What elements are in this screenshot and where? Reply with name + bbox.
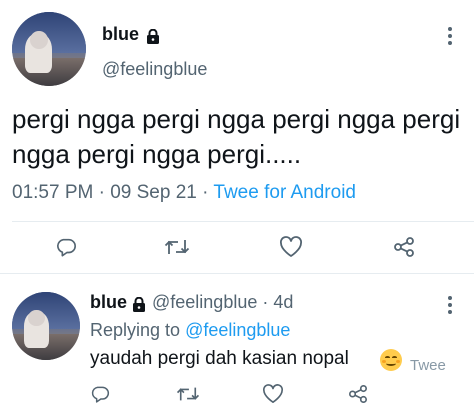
meta-separator: ·: [202, 182, 209, 203]
lock-icon: [132, 296, 146, 317]
tweet-date: 09 Sep 21: [110, 182, 197, 203]
replying-to: Replying to @feelingblue: [90, 320, 290, 341]
more-icon[interactable]: [448, 296, 452, 317]
meta-separator: ·: [262, 292, 269, 312]
reply-icon[interactable]: [90, 384, 110, 409]
tweet-source[interactable]: Twee: [410, 357, 446, 374]
like-icon[interactable]: [279, 236, 303, 263]
like-icon[interactable]: [262, 384, 284, 409]
reply-text: yaudah pergi dah kasian nopal: [90, 348, 349, 369]
section-divider: [0, 273, 474, 274]
share-icon[interactable]: [348, 384, 368, 409]
more-icon[interactable]: [448, 27, 452, 48]
reply-handle-line: @feelingblue · 4d: [152, 292, 293, 313]
retweet-icon[interactable]: [176, 384, 200, 409]
lock-icon: [146, 28, 160, 49]
tweet-meta: 01:57 PM · 09 Sep 21 · Twee for Android: [12, 182, 356, 204]
replying-prefix: Replying to: [90, 320, 181, 340]
display-name[interactable]: blue: [102, 24, 139, 45]
tweet-text: pergi ngga pergi ngga pergi ngga pergi n…: [12, 104, 461, 169]
main-tweet: blue @feelingblue pergi ngga pergi ngga …: [0, 0, 474, 276]
user-handle[interactable]: @feelingblue: [152, 292, 257, 312]
retweet-icon[interactable]: [164, 236, 190, 263]
mention-link[interactable]: @feelingblue: [185, 320, 290, 340]
tweet-time: 01:57 PM: [12, 182, 94, 203]
meta-separator: ·: [98, 182, 105, 203]
share-icon[interactable]: [393, 236, 415, 263]
display-name[interactable]: blue: [90, 292, 127, 313]
user-handle[interactable]: @feelingblue: [102, 59, 207, 80]
tweet-age: 4d: [273, 292, 294, 312]
reply-icon[interactable]: [55, 236, 77, 263]
avatar[interactable]: [12, 12, 86, 86]
smiling-face-icon: [380, 349, 402, 371]
divider: [12, 221, 474, 222]
avatar[interactable]: [12, 292, 80, 360]
tweet-source[interactable]: Twee for Android: [213, 182, 356, 203]
